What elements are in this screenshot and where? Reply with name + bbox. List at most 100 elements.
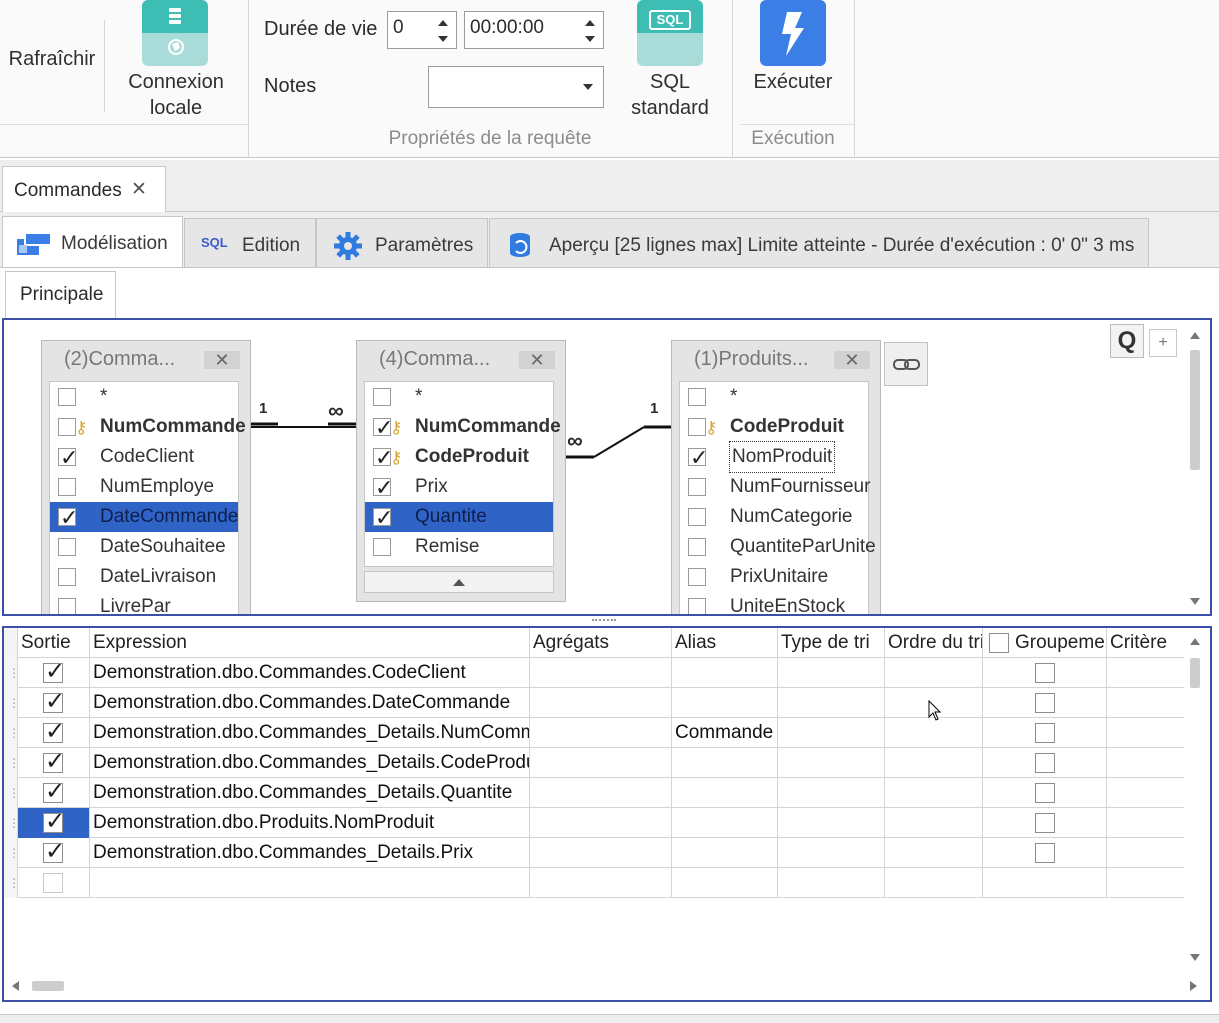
field-row[interactable]: QuantiteParUnite	[680, 532, 876, 562]
field-checkbox[interactable]	[373, 538, 391, 556]
field-checkbox[interactable]: ✓	[688, 445, 708, 470]
table-row[interactable]: ⋮ ✓ Demonstration.dbo.Commandes_Details.Co…	[4, 748, 1184, 778]
header-alias[interactable]: Alias	[672, 628, 778, 658]
table-title-bar[interactable]: (2)Comma... ✕	[42, 341, 250, 377]
ordre-tri-cell[interactable]	[885, 838, 983, 868]
table-collapse-button[interactable]	[364, 571, 554, 593]
type-tri-cell[interactable]	[778, 838, 885, 868]
field-checkbox[interactable]: ✓	[373, 445, 393, 470]
stepper-arrows[interactable]	[436, 16, 450, 46]
type-tri-cell[interactable]	[778, 808, 885, 838]
sortie-checkbox[interactable]: ✓	[43, 839, 65, 865]
sortie-cell[interactable]: ✓	[18, 838, 90, 868]
table-row[interactable]: ⋮ ✓ Demonstration.dbo.Commandes.DateComman…	[4, 688, 1184, 718]
sortie-checkbox[interactable]: ✓	[43, 749, 65, 775]
field-row[interactable]: LivrePar	[50, 592, 238, 614]
expression-cell[interactable]	[90, 868, 530, 898]
scroll-right-icon[interactable]	[1190, 981, 1197, 991]
agregats-cell[interactable]	[530, 688, 672, 718]
row-handle[interactable]: ⋮	[4, 718, 18, 748]
header-critere[interactable]: Critère	[1107, 628, 1184, 658]
field-row[interactable]: Remise	[365, 532, 553, 562]
field-checkbox[interactable]: ✓	[373, 505, 393, 530]
groupement-checkbox[interactable]	[1035, 723, 1055, 743]
field-checkbox[interactable]	[688, 508, 706, 526]
close-icon[interactable]: ✕	[131, 178, 147, 201]
close-icon[interactable]: ✕	[519, 351, 555, 369]
alias-cell[interactable]	[672, 778, 778, 808]
ordre-tri-cell[interactable]	[885, 778, 983, 808]
field-checkbox[interactable]	[688, 418, 706, 436]
row-handle[interactable]: ⋮	[4, 658, 18, 688]
groupement-cell[interactable]	[983, 658, 1107, 688]
critere-cell[interactable]	[1107, 658, 1184, 688]
field-row[interactable]: ✓ NomProduit	[680, 441, 868, 473]
header-expression[interactable]: Expression	[90, 628, 530, 658]
critere-cell[interactable]	[1107, 868, 1184, 898]
field-row[interactable]: PrixUnitaire	[680, 562, 868, 592]
critere-cell[interactable]	[1107, 808, 1184, 838]
type-tri-cell[interactable]	[778, 718, 885, 748]
sortie-checkbox[interactable]: ✓	[43, 809, 65, 835]
field-checkbox[interactable]	[58, 598, 76, 614]
field-row[interactable]: *	[365, 382, 553, 412]
table-row[interactable]: ⋮ ✓ Demonstration.dbo.Commandes_Details.Qu…	[4, 778, 1184, 808]
field-row[interactable]: DateLivraison	[50, 562, 238, 592]
field-checkbox[interactable]	[688, 478, 706, 496]
time-stepper[interactable]: 00:00:00	[464, 11, 604, 49]
scroll-up-icon[interactable]	[1190, 332, 1200, 339]
field-row[interactable]: ✓ CodeClient	[50, 442, 238, 472]
alias-cell[interactable]: Commande	[672, 718, 778, 748]
type-tri-cell[interactable]	[778, 868, 885, 898]
field-checkbox[interactable]	[58, 478, 76, 496]
alias-cell[interactable]	[672, 808, 778, 838]
zoom-in-button[interactable]: +	[1149, 329, 1177, 357]
scroll-down-icon[interactable]	[1190, 954, 1200, 961]
header-groupement[interactable]: Groupement	[983, 628, 1107, 658]
groupement-checkbox[interactable]	[1035, 783, 1055, 803]
type-tri-cell[interactable]	[778, 778, 885, 808]
diagram-canvas[interactable]: 1 ∞ ∞ 1 (2)Comma... ✕ * ⚷ NumCommande ✓ CodeCl…	[2, 318, 1212, 616]
critere-cell[interactable]	[1107, 778, 1184, 808]
groupement-checkbox[interactable]	[1035, 693, 1055, 713]
sortie-cell[interactable]	[18, 868, 90, 898]
close-icon[interactable]: ✕	[834, 351, 870, 369]
agregats-cell[interactable]	[530, 808, 672, 838]
header-agregats[interactable]: Agrégats	[530, 628, 672, 658]
groupement-cell[interactable]	[983, 778, 1107, 808]
table-row[interactable]: ⋮ ✓ Demonstration.dbo.Commandes_Details.Pr…	[4, 838, 1184, 868]
sortie-checkbox[interactable]: ✓	[43, 779, 65, 805]
row-handle[interactable]: ⋮	[4, 748, 18, 778]
critere-cell[interactable]	[1107, 688, 1184, 718]
field-checkbox[interactable]	[688, 598, 706, 614]
refresh-button[interactable]: Rafraîchir	[6, 46, 98, 72]
field-checkbox[interactable]	[58, 418, 76, 436]
groupement-cell[interactable]	[983, 868, 1107, 898]
critere-cell[interactable]	[1107, 718, 1184, 748]
ordre-tri-cell[interactable]	[885, 748, 983, 778]
row-handle[interactable]: ⋮	[4, 778, 18, 808]
field-row[interactable]: ⚷ CodeProduit	[680, 412, 868, 442]
sql-standard-button[interactable]: SQL SQL standard	[612, 0, 728, 124]
groupement-cell[interactable]	[983, 748, 1107, 778]
sortie-checkbox[interactable]: ✓	[43, 689, 65, 715]
header-type-tri[interactable]: Type de tri	[778, 628, 885, 658]
notes-dropdown[interactable]	[428, 66, 604, 108]
sortie-cell[interactable]: ✓	[18, 688, 90, 718]
field-row[interactable]: ✓ ⚷ NumCommande	[365, 412, 561, 442]
groupement-checkbox[interactable]	[1035, 663, 1055, 683]
tab-apercu[interactable]: Aperçu [25 lignes max] Limite atteinte -…	[489, 218, 1149, 268]
sortie-cell[interactable]: ✓	[18, 778, 90, 808]
alias-cell[interactable]	[672, 688, 778, 718]
agregats-cell[interactable]	[530, 838, 672, 868]
sortie-checkbox[interactable]: ✓	[43, 719, 65, 745]
table-title-bar[interactable]: (1)Produits... ✕	[672, 341, 880, 377]
sortie-cell[interactable]: ✓	[18, 658, 90, 688]
link-icon[interactable]	[884, 342, 928, 386]
duree-stepper[interactable]: 0	[387, 11, 457, 49]
row-handle[interactable]: ⋮	[4, 868, 18, 898]
expression-cell[interactable]: Demonstration.dbo.Commandes_Details.Code…	[90, 748, 530, 778]
field-checkbox[interactable]: ✓	[58, 505, 78, 530]
panel-splitter[interactable]	[592, 619, 616, 624]
agregats-cell[interactable]	[530, 718, 672, 748]
